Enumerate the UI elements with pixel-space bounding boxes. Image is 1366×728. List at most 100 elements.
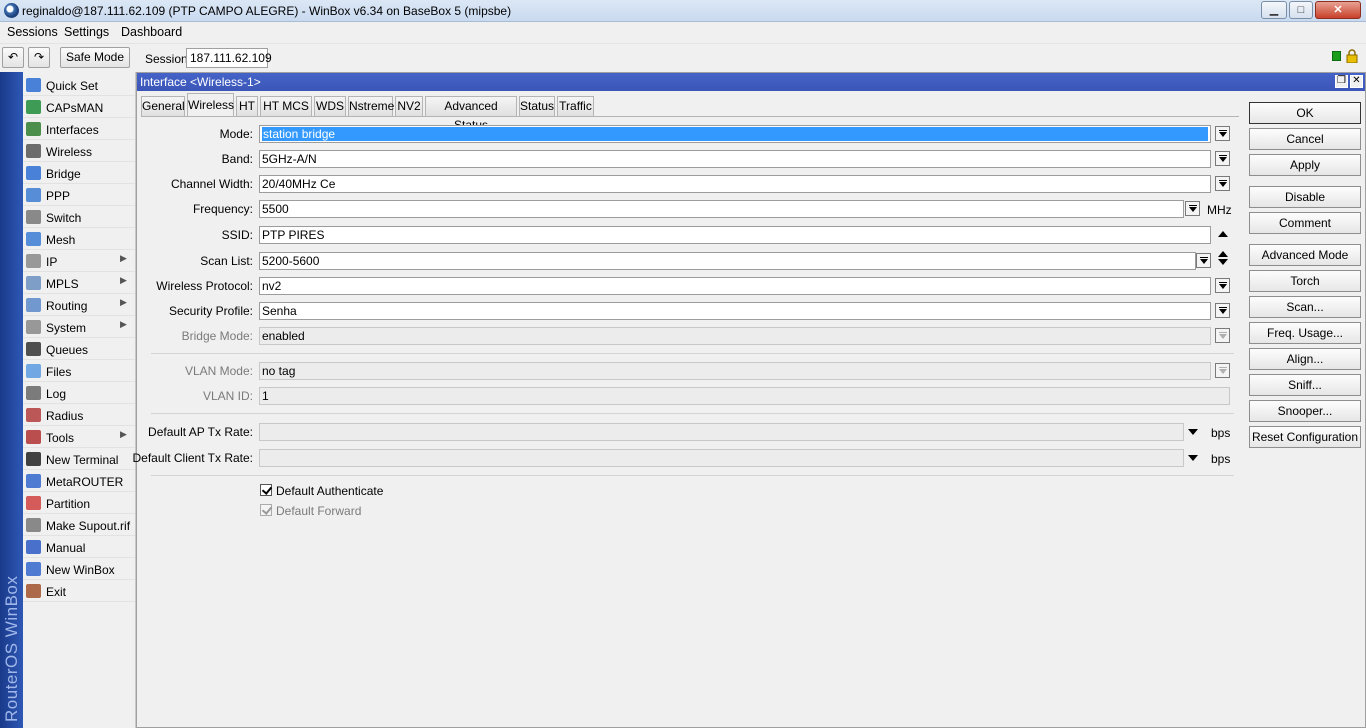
sidebar-item-manual[interactable]: Manual: [23, 536, 135, 558]
interfaces-icon: [26, 122, 41, 136]
menu-settings[interactable]: Settings: [64, 25, 109, 39]
snooper-button[interactable]: Snooper...: [1249, 400, 1361, 422]
freq-usage-button[interactable]: Freq. Usage...: [1249, 322, 1361, 344]
restore-icon[interactable]: ❐: [1335, 75, 1348, 88]
mesh-icon: [26, 232, 41, 246]
sniff-button[interactable]: Sniff...: [1249, 374, 1361, 396]
sidebar-item-metarouter[interactable]: MetaROUTER: [23, 470, 135, 492]
cancel-button[interactable]: Cancel: [1249, 128, 1361, 150]
default-client-tx-rate-dropdown-icon[interactable]: [1188, 455, 1198, 461]
partition-icon: [26, 496, 41, 510]
wireless-protocol-dropdown-icon[interactable]: [1215, 278, 1230, 293]
bridge-mode-select: enabled: [259, 327, 1211, 345]
tab-traffic[interactable]: Traffic: [557, 96, 594, 116]
safe-mode-button[interactable]: Safe Mode: [60, 47, 130, 68]
interface-window-title: Interface <Wireless-1>: [140, 75, 261, 89]
interface-window-header: Interface <Wireless-1> ❐ ✕: [137, 73, 1365, 91]
channel-width-dropdown-icon[interactable]: [1215, 176, 1230, 191]
sidebar-item-label: MetaROUTER: [46, 475, 124, 489]
files-icon: [26, 364, 41, 378]
separator: [151, 413, 1234, 414]
sidebar-item-make-supout-rif[interactable]: Make Supout.rif: [23, 514, 135, 536]
vlan-mode-dropdown-icon: [1215, 363, 1230, 378]
window-title: reginaldo@187.111.62.109 (PTP CAMPO ALEG…: [22, 4, 512, 18]
wireless-protocol-select[interactable]: nv2: [259, 277, 1211, 295]
frequency-label: Frequency:: [192, 202, 253, 216]
reset-configuration-button[interactable]: Reset Configuration: [1249, 426, 1361, 448]
tab-status[interactable]: Status: [519, 96, 555, 116]
tab-advanced-status[interactable]: Advanced Status: [425, 96, 517, 132]
scan-list-down-icon[interactable]: [1218, 259, 1228, 265]
scan-list-select[interactable]: 5200-5600: [259, 252, 1196, 270]
mode-select[interactable]: station bridge: [259, 125, 1211, 143]
default-forward-label: Default Forward: [276, 504, 362, 518]
session-label: Session:: [145, 52, 192, 66]
maximize-button[interactable]: □: [1289, 1, 1313, 19]
default-client-tx-rate-input[interactable]: [259, 449, 1184, 467]
band-select[interactable]: 5GHz-A/N: [259, 150, 1211, 168]
disable-button[interactable]: Disable: [1249, 186, 1361, 208]
scan-list-dropdown-icon[interactable]: [1196, 253, 1211, 268]
band-label: Band:: [221, 152, 253, 166]
menu-sessions[interactable]: Sessions: [7, 25, 58, 39]
tab-nstreme[interactable]: Nstreme: [348, 96, 394, 116]
channel-width-label: Channel Width:: [170, 177, 253, 191]
apply-button[interactable]: Apply: [1249, 154, 1361, 176]
advanced-mode-button[interactable]: Advanced Mode: [1249, 244, 1361, 266]
security-profile-label: Security Profile:: [168, 304, 253, 318]
band-dropdown-icon[interactable]: [1215, 151, 1230, 166]
sidebar-item-label: Make Supout.rif: [46, 519, 131, 533]
separator: [151, 353, 1234, 354]
frequency-dropdown-icon[interactable]: [1185, 201, 1200, 216]
tab-ht-mcs[interactable]: HT MCS: [260, 96, 312, 116]
mode-label: Mode:: [219, 127, 253, 141]
wireless-protocol-label: Wireless Protocol:: [156, 279, 253, 293]
frequency-select[interactable]: 5500: [259, 200, 1184, 218]
sidebar-item-label: Radius: [46, 409, 84, 423]
interface-window: Interface <Wireless-1> ❐ ✕ General Wirele…: [133, 72, 1366, 728]
menu-bar: Sessions Settings Dashboard: [0, 22, 1366, 42]
sidebar-item-new-winbox[interactable]: New WinBox: [23, 558, 135, 580]
channel-width-select[interactable]: 20/40MHz Ce: [259, 175, 1211, 193]
tab-nv2[interactable]: NV2: [395, 96, 423, 116]
system-icon: [26, 320, 41, 334]
align-button[interactable]: Align...: [1249, 348, 1361, 370]
torch-button[interactable]: Torch: [1249, 270, 1361, 292]
scan-list-up-icon[interactable]: [1218, 251, 1228, 257]
window-close-icon[interactable]: ✕: [1350, 75, 1363, 88]
mode-dropdown-icon[interactable]: [1215, 126, 1230, 141]
sidebar-item-label: PPP: [46, 189, 71, 203]
tab-ht[interactable]: HT: [236, 96, 258, 116]
manual-icon: [26, 540, 41, 554]
security-profile-select[interactable]: Senha: [259, 302, 1211, 320]
comment-button[interactable]: Comment: [1249, 212, 1361, 234]
session-field[interactable]: 187.111.62.109: [186, 48, 272, 68]
sidebar-item-quick-set[interactable]: Quick Set: [23, 74, 135, 96]
ssid-collapse-icon[interactable]: [1218, 231, 1228, 237]
sidebar-item-capsman[interactable]: CAPsMAN: [23, 96, 135, 118]
close-button[interactable]: ✕: [1315, 1, 1361, 19]
default-ap-tx-rate-input[interactable]: [259, 423, 1184, 441]
sidebar-item-label: CAPsMAN: [46, 101, 104, 115]
sidebar-item-exit[interactable]: Exit: [23, 580, 135, 602]
default-ap-tx-rate-dropdown-icon[interactable]: [1188, 429, 1198, 435]
ok-button[interactable]: OK: [1249, 102, 1361, 124]
scan-button[interactable]: Scan...: [1249, 296, 1361, 318]
default-authenticate-label: Default Authenticate: [276, 484, 384, 498]
tab-wds[interactable]: WDS: [314, 96, 346, 116]
redo-button[interactable]: ↷: [28, 47, 50, 68]
default-authenticate-checkbox[interactable]: [260, 484, 272, 496]
menu-dashboard[interactable]: Dashboard: [121, 25, 182, 39]
undo-button[interactable]: ↶: [2, 47, 24, 68]
tools-icon: [26, 430, 41, 444]
sidebar-item-partition[interactable]: Partition: [23, 492, 135, 514]
sidebar-item-radius[interactable]: Radius: [23, 404, 135, 426]
title-bar: reginaldo@187.111.62.109 (PTP CAMPO ALEG…: [0, 0, 1366, 22]
security-profile-dropdown-icon[interactable]: [1215, 303, 1230, 318]
tab-wireless[interactable]: Wireless: [187, 93, 234, 116]
vlan-mode-select: no tag: [259, 362, 1211, 380]
tab-general[interactable]: General: [141, 96, 185, 116]
toolbar: ↶ ↷ Safe Mode Session: 187.111.62.109: [0, 43, 1366, 71]
ssid-input[interactable]: PTP PIRES: [259, 226, 1211, 244]
minimize-button[interactable]: ▁: [1261, 1, 1287, 19]
